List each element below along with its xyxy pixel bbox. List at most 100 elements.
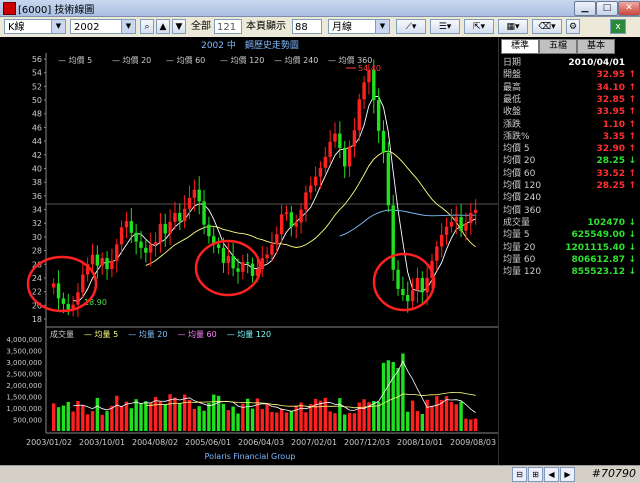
candle-body (250, 263, 255, 276)
volume-bar (459, 401, 463, 431)
volume-legend-item: — 均量 5 (84, 329, 118, 339)
quote-value: 34.10 (596, 82, 625, 93)
volume-bar (391, 361, 395, 431)
quote-label: 均價 360 (503, 205, 542, 216)
candle-body (435, 246, 439, 261)
volume-bar (270, 411, 274, 431)
candle-body (207, 224, 211, 237)
volume-legend-item: — 均量 120 (227, 329, 271, 339)
up-arrow-icon: ↑ (628, 107, 636, 118)
down-arrow-icon: ↓ (628, 267, 636, 278)
volume-bar (153, 397, 158, 431)
candle-body (139, 241, 143, 248)
scroll-left-icon[interactable]: ◀ (544, 467, 559, 482)
candle-body (376, 100, 381, 131)
up-arrow-icon: ↑ (628, 168, 636, 179)
up-arrow-icon[interactable]: ▲ (156, 19, 170, 34)
volume-bar (318, 400, 323, 431)
volume-bar (197, 406, 201, 431)
down-arrow-icon[interactable]: ▼ (172, 19, 186, 34)
zoom-in-icon[interactable]: ⊞ (528, 467, 543, 482)
price-tick-label: 36 (32, 192, 42, 201)
quote-row: 漲跌 1.10 ↑ (503, 119, 637, 131)
volume-bar (90, 411, 95, 431)
volume-legend-item: 成交量 (50, 329, 74, 339)
volume-bar (110, 405, 114, 431)
quote-row: 成交量 102470 ↓ (503, 217, 637, 229)
candle-body (192, 189, 197, 198)
close-button[interactable]: ✕ (618, 1, 640, 16)
candle-body (100, 258, 104, 266)
volume-bar (207, 402, 211, 431)
interval-value: 月線 (332, 22, 352, 33)
quote-row: 收盤 33.95 ↑ (503, 106, 637, 118)
volume-bar (333, 413, 337, 431)
scroll-right-icon[interactable]: ▶ (560, 467, 575, 482)
candle-body (66, 303, 70, 310)
settings-icon[interactable]: ⚙ (566, 19, 580, 34)
volume-bar (221, 403, 226, 431)
period-select[interactable]: K線 ▼ (4, 19, 66, 34)
volume-bar (182, 394, 187, 431)
indicator-icon[interactable]: ☰▾ (430, 19, 460, 34)
maximize-button[interactable]: □ (596, 1, 618, 16)
candle-body (386, 152, 391, 206)
candle-body (415, 277, 420, 291)
date-tick-label: 2009/08/03 (450, 438, 496, 447)
title-bar: [6000] 技術線圖 ▁ □ ✕ (0, 0, 640, 17)
candle-body (420, 277, 424, 293)
volume-bar (66, 401, 70, 431)
quote-row: 均價 20 28.25 ↓ (503, 155, 637, 167)
candle-body (304, 192, 308, 210)
candle-body (270, 244, 274, 255)
candle-body (105, 258, 109, 270)
quote-value: 32.90 (596, 144, 625, 155)
chart-area[interactable]: 2002 中 鋼歷史走勢圖 — 均價 5 — 均價 20 — 均價 60 — 均價 1… (0, 37, 498, 465)
candle-body (352, 130, 357, 147)
stock-select[interactable]: 2002 ▼ (70, 19, 136, 34)
volume-bar (386, 360, 391, 431)
minimize-button[interactable]: ▁ (574, 1, 596, 16)
candle-body (347, 146, 352, 167)
quote-value: 1201115.40 (565, 242, 625, 253)
all-label[interactable]: 全部 (191, 19, 211, 34)
volume-bar (260, 409, 264, 431)
zoom-out-icon[interactable]: ⊟ (512, 467, 527, 482)
quote-value: 32.95 (596, 70, 625, 81)
candle-body (144, 247, 148, 253)
tab-basic[interactable]: 基本 (577, 39, 615, 54)
quote-row: 均價 240 (503, 192, 637, 204)
price-tick-label: 34 (32, 206, 42, 215)
volume-bar (304, 412, 308, 431)
window-title: [6000] 技術線圖 (18, 5, 95, 16)
tab-standard[interactable]: 標準 (501, 39, 539, 54)
candle-body (134, 232, 138, 242)
price-volume-chart[interactable]: 2002 中 鋼歷史走勢圖 — 均價 5 — 均價 20 — 均價 60 — 均價 1… (0, 37, 498, 465)
erase-icon[interactable]: ⌫▾ (532, 19, 562, 34)
up-arrow-icon: ↑ (628, 70, 636, 81)
grid-icon[interactable]: ▦▾ (498, 19, 528, 34)
search-icon[interactable]: ⌕ (140, 19, 154, 34)
interval-select[interactable]: 月線 ▼ (328, 19, 390, 34)
volume-bar (473, 418, 478, 431)
candle-body (129, 221, 133, 233)
tab-five-levels[interactable]: 五檔 (539, 39, 577, 54)
cursor-icon[interactable]: ⇱▾ (464, 19, 494, 34)
status-bar: ⊟ ⊞ ◀ ▶ #70790 (0, 465, 640, 483)
count-field[interactable]: 121 (214, 19, 242, 34)
volume-bar (61, 405, 66, 431)
excel-export-icon[interactable]: x (610, 19, 626, 34)
volume-bar (372, 400, 376, 431)
candle-body (328, 141, 332, 157)
down-arrow-icon: ↓ (628, 242, 636, 253)
ma-legend-item: — 均價 20 (112, 55, 151, 65)
volume-bar (469, 419, 473, 431)
candle-body (425, 277, 429, 293)
draw-line-icon[interactable]: ⟋▾ (396, 19, 426, 34)
chart-title: 2002 中 鋼歷史走勢圖 (201, 39, 299, 51)
quote-value: 102470 (587, 217, 625, 228)
volume-tick-label: 2,000,000 (6, 382, 42, 390)
page-count-field[interactable]: 88 (292, 19, 322, 34)
down-arrow-icon: ↓ (628, 230, 636, 241)
up-arrow-icon: ↑ (628, 119, 636, 130)
